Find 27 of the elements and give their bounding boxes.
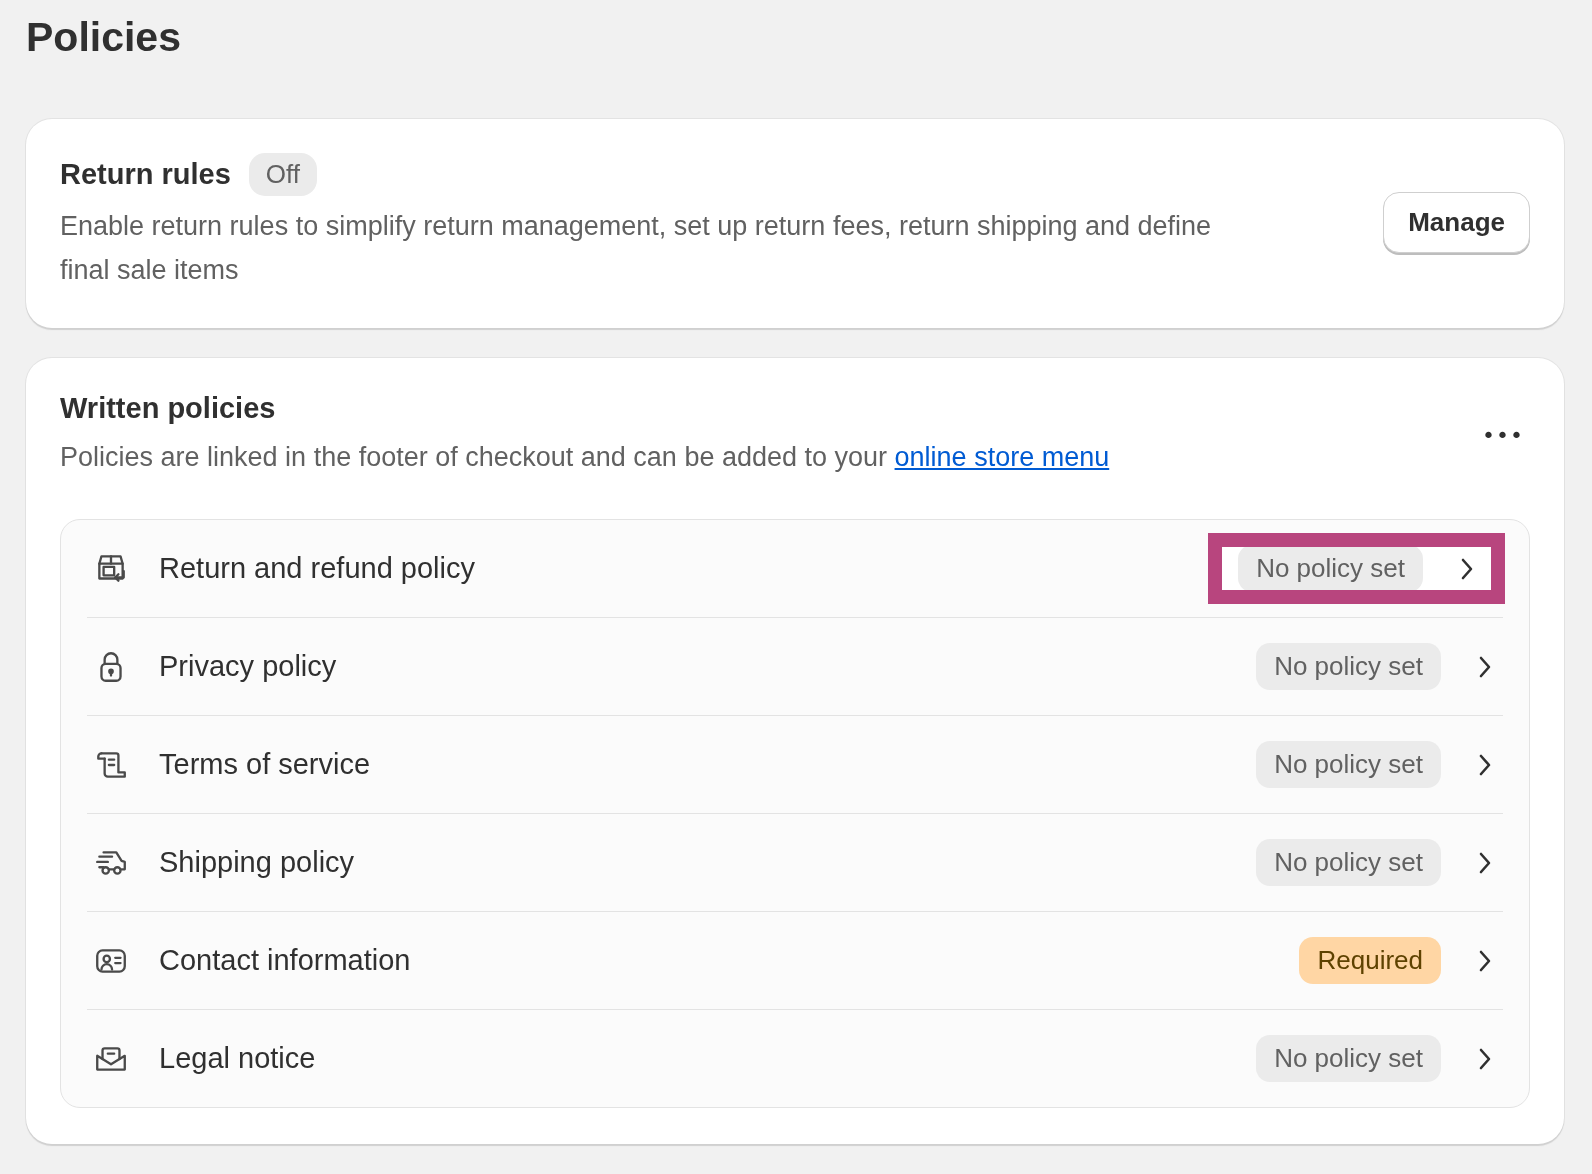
online-store-menu-link[interactable]: online store menu: [894, 442, 1110, 472]
policy-label: Legal notice: [159, 1042, 317, 1075]
policy-row[interactable]: Shipping policy No policy set: [87, 813, 1503, 911]
policy-status-badge: No policy set: [1256, 1035, 1441, 1082]
manage-button[interactable]: Manage: [1383, 192, 1530, 253]
policy-row[interactable]: Terms of service No policy set: [87, 715, 1503, 813]
policy-row[interactable]: Return and refund policy No policy set: [87, 520, 1503, 617]
policy-status-badge: No policy set: [1256, 741, 1441, 788]
more-actions-button[interactable]: •••: [1476, 417, 1530, 454]
policy-row[interactable]: Privacy policy No policy set: [87, 617, 1503, 715]
page-title: Policies: [26, 14, 181, 61]
policy-row[interactable]: Contact information Required: [87, 911, 1503, 1009]
card-description: Enable return rules to simplify return management, set up return fees, return shipping and define final sale items: [60, 210, 1213, 287]
policy-label: Contact information: [159, 944, 412, 977]
policy-label: Shipping policy: [159, 846, 356, 879]
policy-label: Privacy policy: [159, 650, 338, 683]
policy-status-badge: No policy set: [1256, 839, 1441, 886]
policy-status-badge: No policy set: [1256, 643, 1441, 690]
policy-status-badge: No policy set: [1238, 545, 1423, 592]
card-title: Written policies: [60, 392, 277, 425]
policy-row[interactable]: Legal notice No policy set: [87, 1009, 1503, 1107]
card-description: Policies are linked in the footer of checkout and can be added to your online store menu: [60, 441, 1111, 474]
policy-label: Return and refund policy: [159, 552, 476, 585]
policy-status-badge: Required: [1299, 937, 1441, 984]
policy-label: Terms of service: [159, 748, 372, 781]
card-title: Return rules: [60, 158, 231, 191]
status-badge: Off: [248, 153, 318, 196]
